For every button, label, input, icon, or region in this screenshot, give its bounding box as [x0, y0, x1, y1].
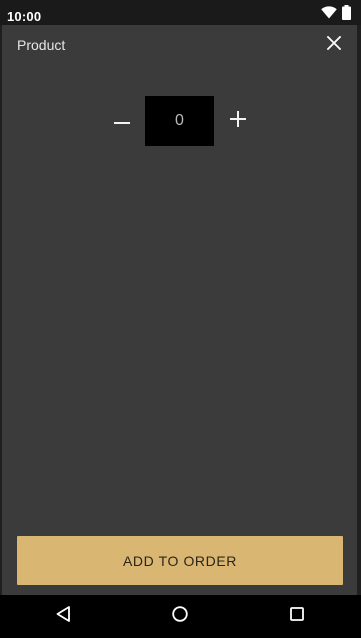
navigation-bar [0, 595, 361, 638]
home-button[interactable] [168, 605, 192, 627]
quantity-field[interactable] [145, 96, 214, 146]
back-icon [55, 605, 71, 628]
recents-button[interactable] [285, 605, 309, 627]
status-bar: 10:00 [0, 0, 361, 25]
close-icon [326, 35, 342, 55]
back-button[interactable] [51, 605, 75, 627]
product-dialog: Product 0 ADD TO ORDER [2, 25, 357, 595]
plus-icon [230, 110, 246, 132]
increment-button[interactable] [224, 108, 252, 134]
dialog-title: Product [17, 37, 66, 53]
recents-icon [289, 606, 305, 627]
minus-icon [114, 112, 130, 130]
screen: 10:00 Product 0 ADD TO ORDER [0, 0, 361, 638]
wifi-icon [321, 6, 337, 24]
decrement-button[interactable] [108, 108, 136, 134]
close-button[interactable] [323, 34, 345, 56]
add-to-order-button[interactable]: ADD TO ORDER [17, 536, 343, 585]
status-icons [321, 5, 351, 25]
battery-icon [342, 5, 351, 25]
quantity-stepper [108, 96, 254, 146]
home-icon [171, 605, 189, 628]
status-time: 10:00 [7, 9, 42, 24]
